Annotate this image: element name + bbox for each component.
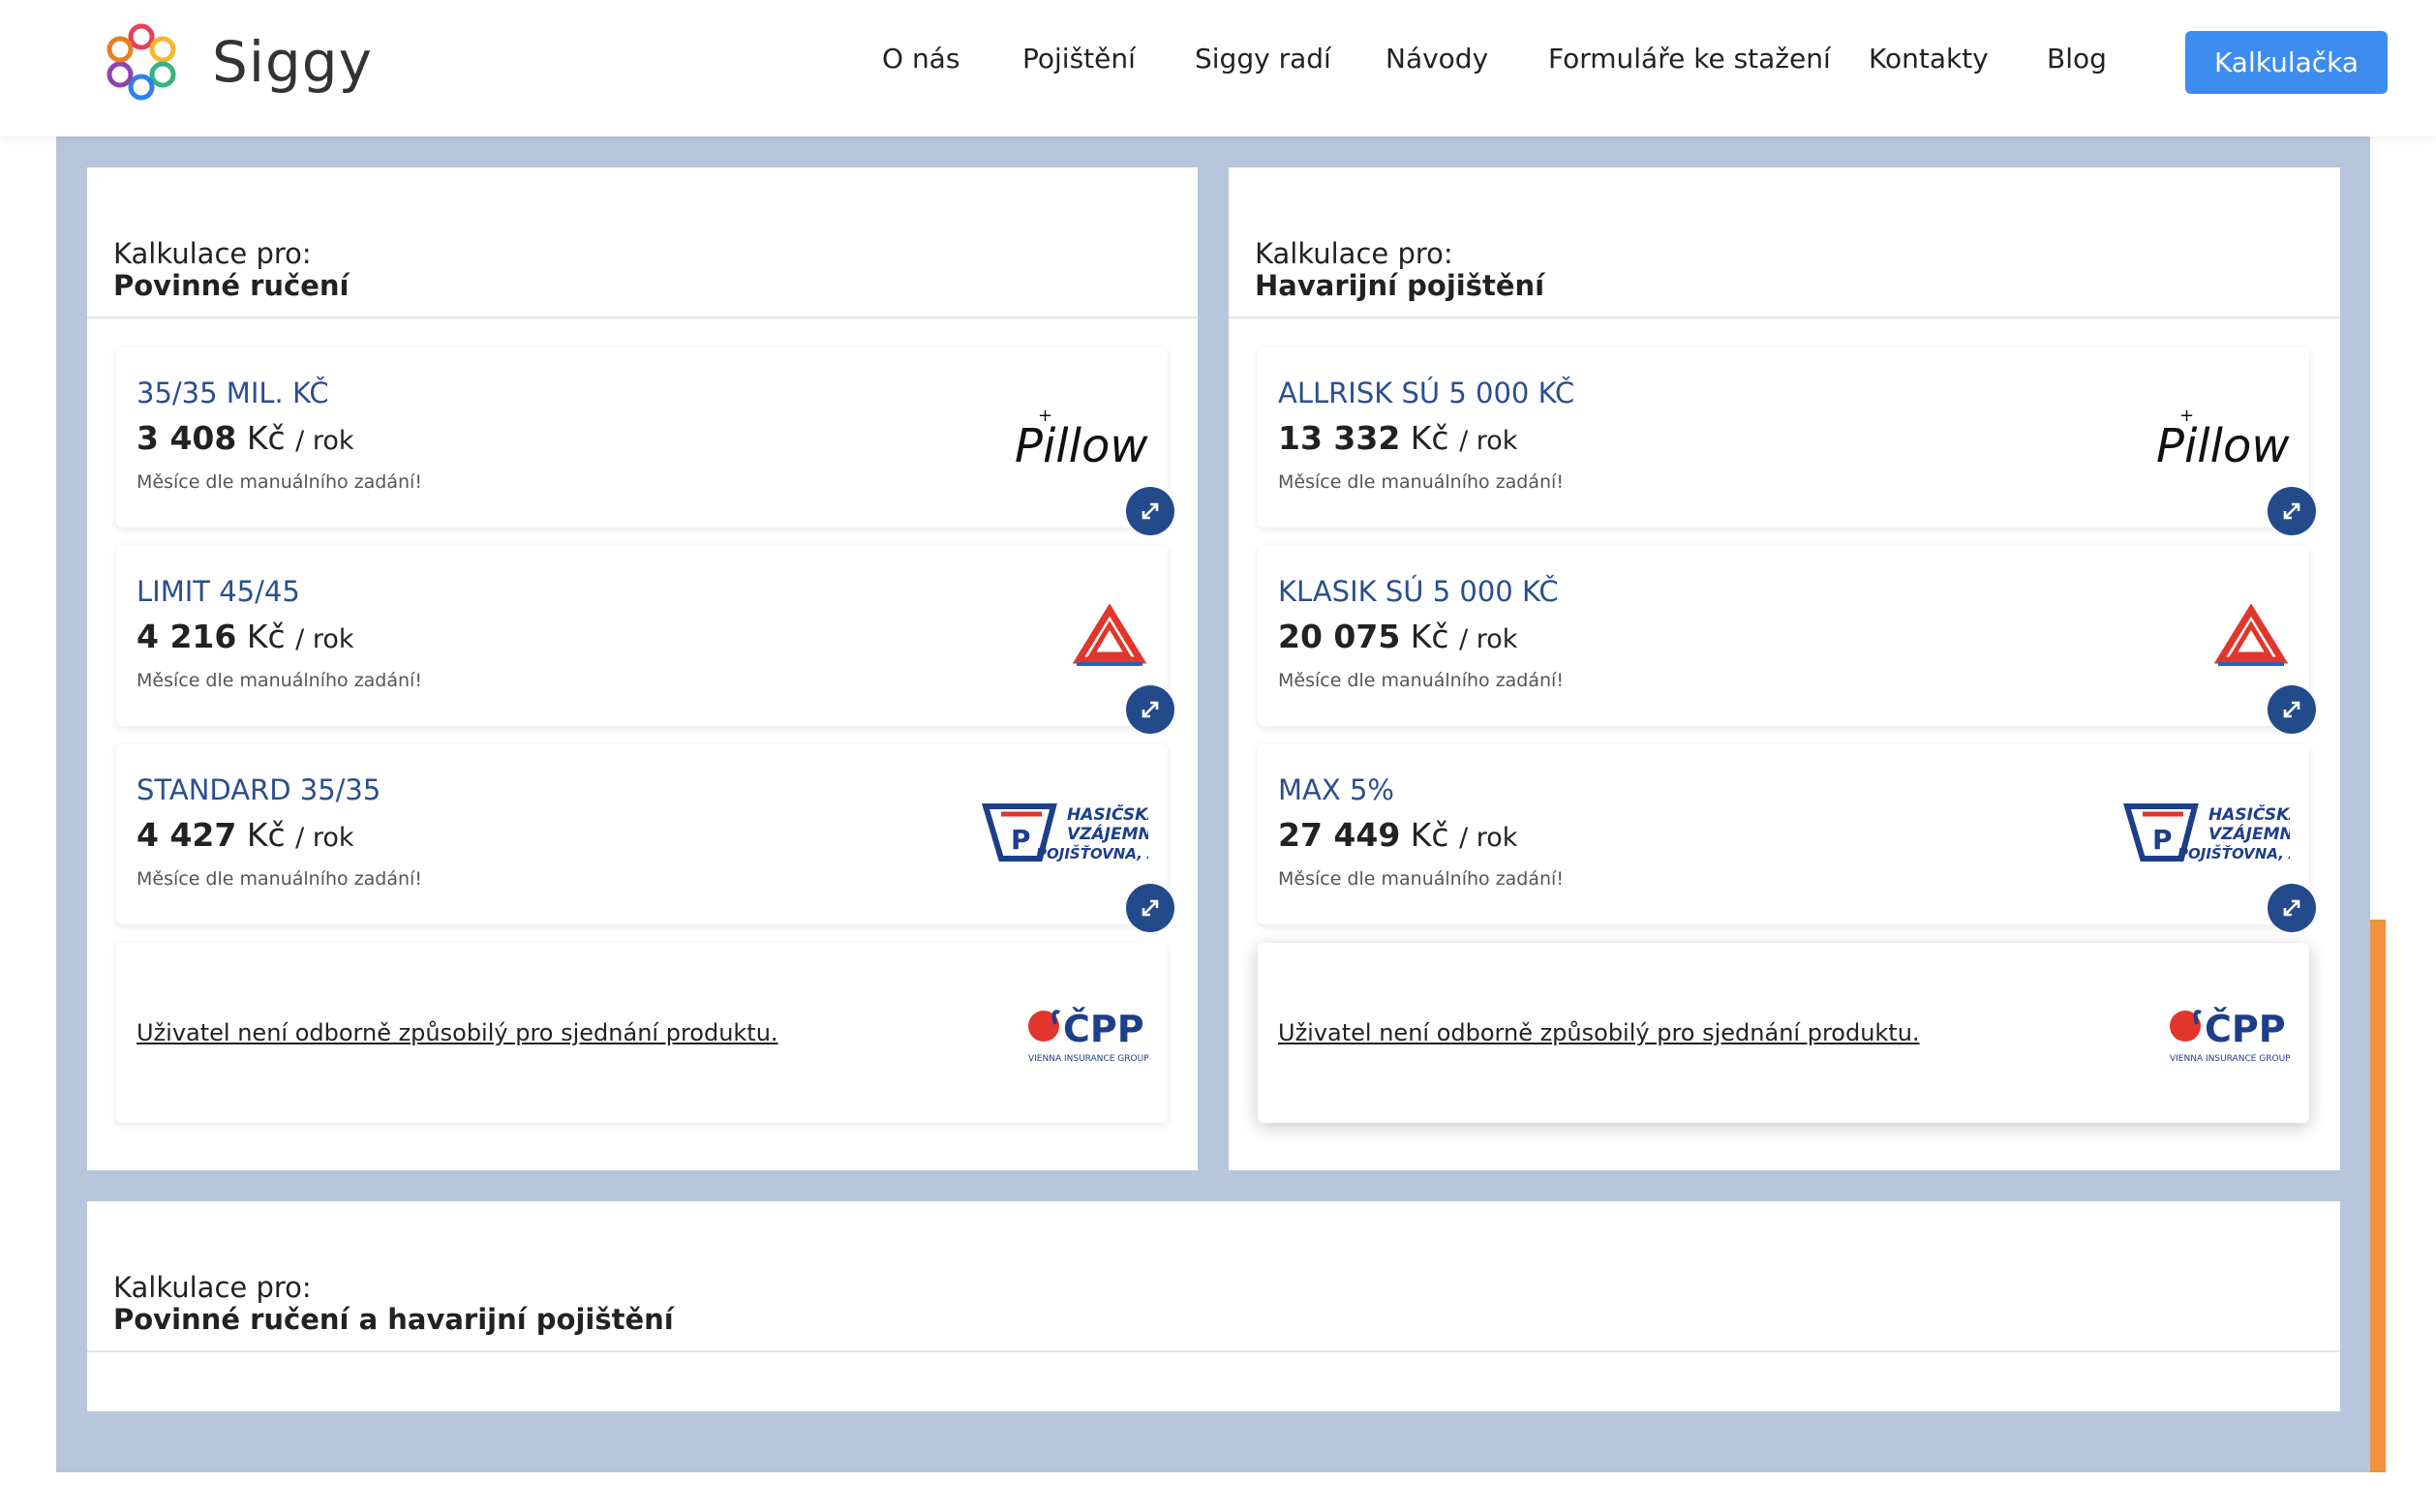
offer-note: Měsíce dle manuálního zadání! (1278, 471, 1564, 493)
panel-havarijni-pojisteni: Kalkulace pro: Havarijní pojištění ALLRI… (1229, 167, 2340, 1170)
expand-icon (1142, 701, 1159, 718)
offer-note: Měsíce dle manuálního zadání! (137, 471, 422, 493)
site-header: Siggy O nás Pojištění Siggy radí Návody … (0, 0, 2436, 136)
nav-blog[interactable]: Blog (2047, 43, 2107, 75)
side-accent-bar (2370, 920, 2386, 1472)
panel-title: Povinné ručení (113, 269, 350, 302)
offer-plan: ALLRISK SÚ 5 000 KČ (1278, 377, 1575, 409)
offer-card[interactable]: LIMIT 45/45 4 216 Kč / rok Měsíce dle ma… (116, 546, 1168, 726)
expand-button[interactable] (1126, 487, 1174, 535)
hasicska-logo-icon: P HASIČSKÁ VZÁJEMNÁ POJIŠŤOVNA, A.S. (2123, 803, 2290, 862)
offer-note: Měsíce dle manuálního zadání! (1278, 670, 1564, 691)
offer-price: 13 332 Kč / rok (1278, 419, 1518, 457)
expand-icon (1142, 502, 1159, 520)
kooperativa-logo-icon (2213, 604, 2289, 666)
nav-navody[interactable]: Návody (1385, 43, 1488, 75)
nav-kontakty[interactable]: Kontakty (1869, 43, 1989, 75)
expand-button[interactable] (1126, 685, 1174, 734)
panel-label: Kalkulace pro: (1255, 237, 1453, 270)
panel-combined: Kalkulace pro: Povinné ručení a havarijn… (87, 1201, 2340, 1411)
panel-label: Kalkulace pro: (113, 237, 312, 270)
offer-price: 4 427 Kč / rok (137, 816, 354, 854)
svg-text:+: + (2179, 406, 2194, 426)
notice-card: Uživatel není odborně způsobilý pro sjed… (1258, 943, 2309, 1123)
svg-text:Pillow: Pillow (2156, 419, 2290, 471)
panel-header: Kalkulace pro: Povinné ručení (87, 167, 1198, 318)
offer-plan: STANDARD 35/35 (137, 773, 381, 806)
nav-pojisteni[interactable]: Pojištění (1022, 43, 1136, 75)
panel-header: Kalkulace pro: Havarijní pojištění (1229, 167, 2340, 318)
svg-text:P: P (1011, 824, 1031, 856)
siggy-logo-icon[interactable] (103, 23, 180, 101)
offer-plan: LIMIT 45/45 (137, 575, 300, 608)
offer-card[interactable]: STANDARD 35/35 4 427 Kč / rok Měsíce dle… (116, 744, 1168, 924)
offer-note: Měsíce dle manuálního zadání! (1278, 868, 1564, 890)
panel-title: Havarijní pojištění (1255, 269, 1545, 302)
expand-icon (1142, 899, 1159, 917)
expand-button[interactable] (2268, 487, 2316, 535)
notice-link[interactable]: Uživatel není odborně způsobilý pro sjed… (137, 943, 778, 1123)
svg-text:HASIČSKÁ: HASIČSKÁ (1067, 803, 1148, 825)
expand-icon (2283, 701, 2300, 718)
expand-button[interactable] (1126, 884, 1174, 932)
svg-text:VZÁJEMNÁ: VZÁJEMNÁ (1067, 823, 1148, 844)
cpp-logo-icon: ČPP VIENNA INSURANCE GROUP (1028, 1008, 1148, 1064)
svg-text:VIENNA INSURANCE GROUP: VIENNA INSURANCE GROUP (2170, 1054, 2290, 1064)
panel-povinne-ruceni: Kalkulace pro: Povinné ručení 35/35 MIL.… (87, 167, 1198, 1170)
svg-text:P: P (2152, 824, 2173, 856)
cpp-logo-icon: ČPP VIENNA INSURANCE GROUP (2170, 1008, 2290, 1064)
offer-price: 4 216 Kč / rok (137, 618, 354, 655)
svg-text:Pillow: Pillow (1015, 419, 1148, 471)
calculator-button[interactable]: Kalkulačka (2185, 31, 2388, 94)
kooperativa-logo-icon (1072, 604, 1147, 666)
offer-note: Měsíce dle manuálního zadání! (137, 868, 422, 890)
expand-icon (2283, 899, 2300, 917)
offer-plan: 35/35 MIL. KČ (137, 377, 329, 409)
brand-name[interactable]: Siggy (212, 29, 373, 95)
notice-link[interactable]: Uživatel není odborně způsobilý pro sjed… (1278, 943, 1920, 1123)
svg-text:HASIČSKÁ: HASIČSKÁ (2208, 803, 2290, 825)
offer-note: Měsíce dle manuálního zadání! (137, 670, 422, 691)
hasicska-logo-icon: P HASIČSKÁ VZÁJEMNÁ POJIŠŤOVNA, A.S. (982, 803, 1148, 862)
offer-card[interactable]: KLASIK SÚ 5 000 KČ 20 075 Kč / rok Měsíc… (1258, 546, 2309, 726)
offer-plan: KLASIK SÚ 5 000 KČ (1278, 575, 1559, 608)
panel-label: Kalkulace pro: (113, 1271, 312, 1304)
offer-plan: MAX 5% (1278, 773, 1394, 806)
offer-price: 27 449 Kč / rok (1278, 816, 1518, 854)
offer-card[interactable]: MAX 5% 27 449 Kč / rok Měsíce dle manuál… (1258, 744, 2309, 924)
panel-header: Kalkulace pro: Povinné ručení a havarijn… (87, 1201, 2340, 1352)
svg-text:POJIŠŤOVNA, A.S.: POJIŠŤOVNA, A.S. (1036, 843, 1148, 862)
panel-title: Povinné ručení a havarijní pojištění (113, 1303, 674, 1336)
pillow-logo-icon: Pillow + (1015, 406, 1148, 471)
expand-icon (2283, 502, 2300, 520)
notice-card: Uživatel není odborně způsobilý pro sjed… (116, 943, 1168, 1123)
expand-button[interactable] (2268, 685, 2316, 734)
nav-o-nas[interactable]: O nás (882, 43, 959, 75)
expand-button[interactable] (2268, 884, 2316, 932)
svg-text:ČPP: ČPP (2205, 1008, 2286, 1050)
nav-formulare[interactable]: Formuláře ke stažení (1548, 43, 1831, 75)
svg-text:ČPP: ČPP (1063, 1008, 1144, 1050)
nav-siggy-radi[interactable]: Siggy radí (1195, 43, 1331, 75)
offer-card[interactable]: 35/35 MIL. KČ 3 408 Kč / rok Měsíce dle … (116, 348, 1168, 528)
pillow-logo-icon: Pillow + (2156, 406, 2290, 471)
svg-text:+: + (1038, 406, 1052, 426)
svg-text:VZÁJEMNÁ: VZÁJEMNÁ (2208, 823, 2290, 844)
offer-price: 20 075 Kč / rok (1278, 618, 1518, 655)
svg-text:POJIŠŤOVNA, A.S.: POJIŠŤOVNA, A.S. (2177, 843, 2290, 862)
offer-card[interactable]: ALLRISK SÚ 5 000 KČ 13 332 Kč / rok Měsí… (1258, 348, 2309, 528)
svg-text:VIENNA INSURANCE GROUP: VIENNA INSURANCE GROUP (1028, 1054, 1148, 1064)
offer-price: 3 408 Kč / rok (137, 419, 354, 457)
